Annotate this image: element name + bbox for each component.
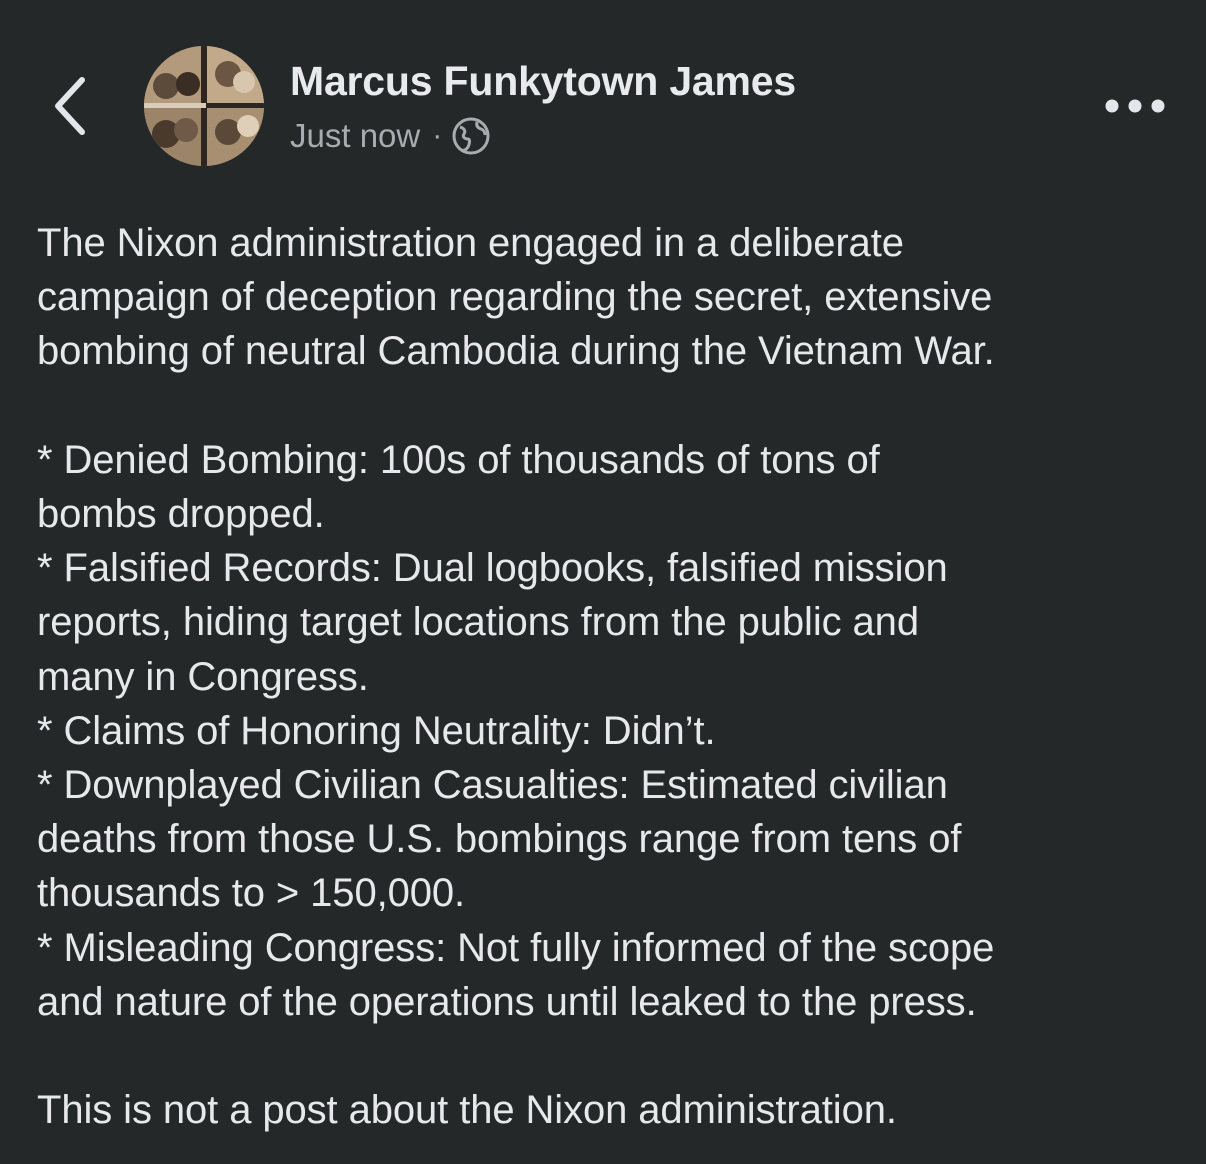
post-bullet-line: * Falsified Records: Dual logbooks, fals… <box>37 546 948 591</box>
avatar-photo <box>144 46 264 166</box>
post-bullet-line: and nature of the operations until leake… <box>37 979 977 1024</box>
post-bullet-line: * Denied Bombing: 100s of thousands of t… <box>37 437 880 482</box>
author-name[interactable]: Marcus Funkytown James <box>290 58 796 105</box>
post-text-line: bombing of neutral Cambodia during the V… <box>37 329 995 374</box>
post-bullet-line: many in Congress. <box>37 654 369 699</box>
back-button[interactable] <box>44 72 100 140</box>
post-text-line: campaign of deception regarding the secr… <box>37 275 993 320</box>
post-bullet-line: * Claims of Honoring Neutrality: Didn’t. <box>37 708 716 753</box>
post-header: Marcus Funkytown James Just now · <box>0 0 1206 200</box>
post-bullet-line: deaths from those U.S. bombings range fr… <box>37 817 962 862</box>
chevron-left-icon <box>55 77 85 135</box>
more-options-button[interactable] <box>1100 88 1170 124</box>
post-bullet-line: bombs dropped. <box>37 492 325 536</box>
post-meta: Just now · <box>290 114 490 158</box>
timestamp[interactable]: Just now <box>290 117 420 155</box>
post-bullet-line: thousands to > 150,000. <box>37 871 466 916</box>
post-text-line: The Nixon administration engaged in a de… <box>37 221 904 265</box>
post-bullet-line: * Downplayed Civilian Casualties: Estima… <box>37 763 948 808</box>
more-horizontal-icon <box>1105 99 1165 113</box>
post-bullet-line: reports, hiding target locations from th… <box>37 600 919 645</box>
post-body: The Nixon administration engaged in a de… <box>37 216 1177 1137</box>
globe-icon[interactable] <box>452 117 490 155</box>
post-closing-line: This is not a post about the Nixon admin… <box>37 1088 897 1133</box>
post-bullet-line: * Misleading Congress: Not fully informe… <box>37 925 995 970</box>
avatar[interactable] <box>144 46 264 166</box>
meta-separator: · <box>432 119 443 152</box>
